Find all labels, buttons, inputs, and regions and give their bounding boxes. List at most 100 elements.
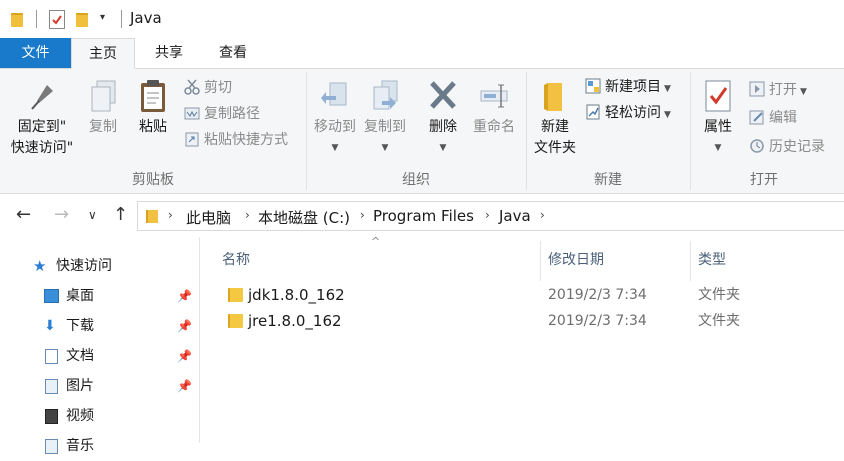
- copy-path-button[interactable]: 复制路径: [184, 103, 260, 125]
- up-arrow-icon[interactable]: ↑: [113, 204, 128, 226]
- navigation-bar: ← → ∨ ↑ › 此电脑 › 本地磁盘 (C:) › Program File…: [0, 194, 844, 237]
- breadcrumb-chevron-icon[interactable]: ›: [245, 208, 250, 222]
- open-group-label: 打开: [750, 172, 778, 188]
- breadcrumb-java[interactable]: Java: [499, 207, 531, 225]
- table-row[interactable]: jre1.8.0_162 2019/2/3 7:34 文件夹: [218, 308, 844, 334]
- recent-locations-chevron-icon[interactable]: ∨: [88, 204, 97, 226]
- nav-item-downloads[interactable]: ⬇ 下载 📌: [0, 311, 200, 341]
- tab-home[interactable]: 主页: [71, 38, 135, 69]
- breadcrumb-program-files[interactable]: Program Files: [373, 207, 474, 225]
- pin-icon[interactable]: 📌: [177, 281, 192, 311]
- customize-toolbar-icon[interactable]: ▾: [100, 12, 105, 23]
- copy-to-label: 复制到: [364, 119, 406, 135]
- desktop-icon: [44, 289, 59, 303]
- tab-view[interactable]: 查看: [201, 38, 265, 68]
- easy-access-label: 轻松访问: [605, 105, 661, 121]
- breadcrumb-local-disk[interactable]: 本地磁盘 (C:): [258, 207, 350, 228]
- nav-item-pictures[interactable]: 图片 📌: [0, 371, 200, 401]
- divider: [121, 10, 122, 28]
- chevron-down-icon: ▼: [331, 143, 339, 153]
- open-button[interactable]: 打开 ▼: [749, 79, 807, 101]
- edit-label: 编辑: [769, 110, 797, 126]
- tab-file[interactable]: 文件: [0, 38, 71, 68]
- download-arrow-icon: ⬇: [44, 318, 56, 334]
- history-icon: [749, 138, 765, 154]
- open-icon: [749, 81, 765, 97]
- properties-quick-icon[interactable]: [49, 10, 65, 29]
- nav-item-music[interactable]: 音乐: [0, 431, 200, 461]
- nav-item-label: 桌面: [66, 288, 94, 304]
- new-item-button[interactable]: 新建项目 ▼: [585, 76, 671, 98]
- new-folder-button[interactable]: 新建 文件夹: [530, 79, 580, 159]
- chevron-down-icon: ▼: [664, 84, 671, 94]
- delete-button[interactable]: 删除 ▼: [422, 79, 464, 159]
- properties-button[interactable]: 属性 ▼: [696, 79, 740, 159]
- breadcrumb-this-pc[interactable]: 此电脑: [186, 207, 231, 228]
- pin-icon[interactable]: 📌: [177, 311, 192, 341]
- folder-icon: [228, 314, 243, 328]
- chevron-down-icon: ▼: [381, 143, 389, 153]
- nav-item-label: 文档: [66, 348, 94, 364]
- history-label: 历史记录: [769, 139, 825, 155]
- column-divider[interactable]: [690, 241, 691, 281]
- document-icon: [45, 349, 58, 364]
- nav-item-label: 下载: [66, 318, 94, 334]
- move-to-label: 移动到: [314, 119, 356, 135]
- rename-button[interactable]: 重命名: [470, 79, 518, 138]
- easy-access-button[interactable]: 轻松访问 ▼: [585, 102, 671, 124]
- ribbon-tabs: 文件 主页 共享 查看: [0, 38, 844, 69]
- address-bar[interactable]: › 此电脑 › 本地磁盘 (C:) › Program Files › Java…: [137, 201, 844, 231]
- nav-item-documents[interactable]: 文档 📌: [0, 341, 200, 371]
- scissors-icon: [184, 79, 200, 95]
- tab-share[interactable]: 共享: [137, 38, 201, 68]
- back-arrow-icon[interactable]: ←: [16, 204, 31, 226]
- file-type: 文件夹: [698, 313, 740, 329]
- breadcrumb-chevron-icon[interactable]: ›: [168, 208, 173, 222]
- pin-to-quick-access-button[interactable]: 固定到" 快速访问": [6, 79, 78, 159]
- paste-shortcut-icon: [184, 131, 200, 147]
- new-folder-icon: [540, 79, 570, 113]
- breadcrumb-chevron-icon[interactable]: ›: [485, 208, 490, 222]
- column-header-date[interactable]: 修改日期: [548, 243, 604, 277]
- pin-icon[interactable]: 📌: [177, 341, 192, 371]
- new-folder-quick-icon[interactable]: [76, 13, 88, 27]
- chevron-down-icon: ▼: [800, 87, 807, 97]
- picture-icon: [45, 379, 58, 394]
- video-icon: [45, 409, 58, 424]
- forward-arrow-icon[interactable]: →: [54, 204, 69, 226]
- copy-label: 复制: [89, 119, 117, 135]
- table-row[interactable]: jdk1.8.0_162 2019/2/3 7:34 文件夹: [218, 282, 844, 308]
- pin-icon[interactable]: 📌: [177, 371, 192, 401]
- star-icon: ★: [33, 257, 47, 275]
- copy-button[interactable]: 复制: [83, 79, 123, 138]
- chevron-down-icon: ▼: [714, 143, 722, 153]
- history-button[interactable]: 历史记录: [749, 136, 825, 158]
- cut-label: 剪切: [204, 80, 232, 96]
- cut-button[interactable]: 剪切: [184, 77, 232, 99]
- rename-icon: [479, 79, 509, 113]
- breadcrumb-chevron-icon[interactable]: ›: [540, 208, 545, 222]
- nav-item-desktop[interactable]: 桌面 📌: [0, 281, 200, 311]
- copy-icon: [88, 79, 118, 113]
- clipboard-group-label: 剪贴板: [132, 172, 174, 188]
- column-header-type[interactable]: 类型: [698, 243, 726, 277]
- paste-shortcut-button[interactable]: 粘贴快捷方式: [184, 129, 288, 151]
- folder-icon: [228, 288, 243, 302]
- folder-icon: [146, 210, 158, 223]
- breadcrumb-chevron-icon[interactable]: ›: [360, 208, 365, 222]
- paste-shortcut-label: 粘贴快捷方式: [204, 132, 288, 148]
- nav-item-label: 图片: [66, 378, 94, 394]
- move-to-button[interactable]: 移动到 ▼: [311, 79, 359, 159]
- edit-button[interactable]: 编辑: [749, 107, 797, 129]
- window-title: Java: [130, 9, 162, 27]
- paste-button[interactable]: 粘贴: [133, 79, 173, 138]
- copy-path-icon: [184, 105, 200, 121]
- column-divider[interactable]: [540, 241, 541, 281]
- nav-item-videos[interactable]: 视频: [0, 401, 200, 431]
- column-header-name[interactable]: 名称: [222, 243, 250, 277]
- copy-to-button[interactable]: 复制到 ▼: [361, 79, 409, 159]
- chevron-down-icon: ▼: [439, 143, 447, 153]
- nav-quick-access[interactable]: ★ 快速访问: [0, 251, 200, 281]
- edit-icon: [749, 109, 765, 125]
- paste-label: 粘贴: [139, 119, 167, 135]
